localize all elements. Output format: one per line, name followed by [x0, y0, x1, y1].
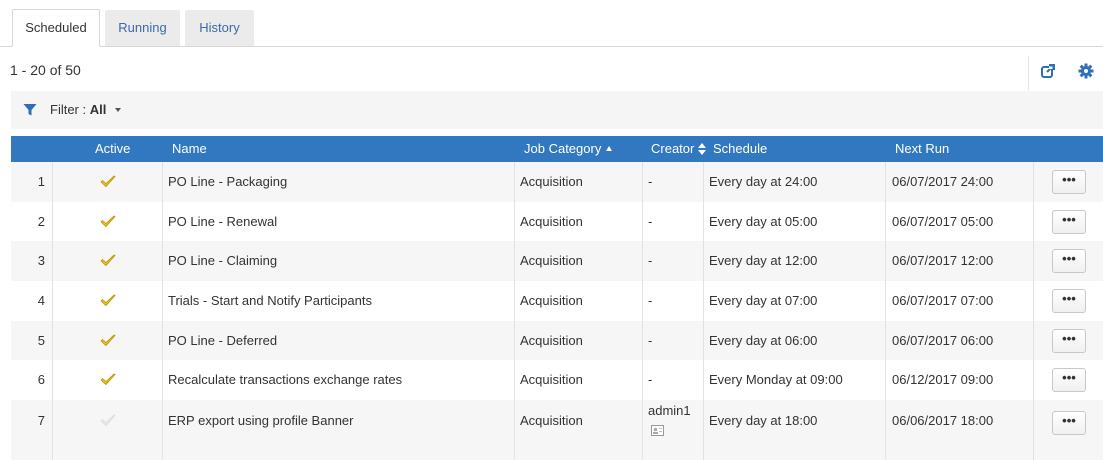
job-schedule: Every day at 06:00: [709, 333, 818, 348]
check-icon: [100, 334, 116, 348]
column-header-creator[interactable]: Creator: [651, 136, 707, 162]
job-name: Recalculate transactions exchange rates: [168, 372, 403, 387]
job-name: PO Line - Renewal: [168, 214, 278, 229]
row-actions-button[interactable]: •••: [1052, 289, 1086, 313]
job-category: Acquisition: [520, 333, 583, 348]
job-next-run: 06/07/2017 06:00: [892, 333, 994, 348]
job-schedule: Every day at 24:00: [709, 174, 818, 189]
row-actions-button[interactable]: •••: [1052, 249, 1086, 273]
check-icon: [100, 254, 116, 268]
tab-bar: Scheduled Running History: [0, 0, 1103, 47]
job-next-run: 06/06/2017 18:00: [892, 413, 994, 428]
tab-scheduled[interactable]: Scheduled: [12, 9, 100, 47]
row-actions-button[interactable]: •••: [1052, 170, 1086, 194]
filter-label: Filter :: [50, 102, 90, 117]
job-name: PO Line - Claiming: [168, 253, 278, 268]
row-number: 7: [37, 413, 45, 428]
job-category: Acquisition: [520, 413, 583, 428]
job-schedule: Every day at 07:00: [709, 293, 818, 308]
tab-history[interactable]: History: [185, 10, 254, 46]
column-divider: [1033, 162, 1034, 460]
job-next-run: 06/07/2017 24:00: [892, 174, 994, 189]
job-next-run: 06/12/2017 09:00: [892, 372, 994, 387]
row-actions-button[interactable]: •••: [1052, 210, 1086, 234]
job-category: Acquisition: [520, 214, 583, 229]
tab-bar-divider: [0, 46, 1103, 47]
sort-icon: [698, 142, 707, 155]
check-icon: [100, 215, 116, 229]
table-row[interactable]: 1 PO Line - Packaging Acquisition - Every da…: [11, 162, 1103, 202]
job-next-run: 06/07/2017 12:00: [892, 253, 994, 268]
job-name: PO Line - Deferred: [168, 333, 278, 348]
table-row[interactable]: 4 Trials - Start and Notify Participants A…: [11, 281, 1103, 321]
job-category: Acquisition: [520, 372, 583, 387]
tab-running[interactable]: Running: [105, 10, 180, 46]
filter-bar: Filter : All: [11, 91, 1103, 129]
job-name: PO Line - Packaging: [168, 174, 288, 189]
job-category: Acquisition: [520, 174, 583, 189]
job-creator: -: [648, 372, 653, 387]
job-schedule: Every day at 12:00: [709, 253, 818, 268]
job-next-run: 06/07/2017 05:00: [892, 214, 994, 229]
check-icon: [100, 175, 116, 189]
job-creator: -: [648, 333, 653, 348]
table-row[interactable]: 2 PO Line - Renewal Acquisition - Every day …: [11, 202, 1103, 241]
job-creator: -: [648, 293, 653, 308]
filter-icon[interactable]: [23, 103, 37, 117]
column-header-creator-label: Creator: [651, 141, 695, 156]
table-header: Active Name Job Category Creator Schedul…: [11, 136, 1103, 162]
column-divider: [885, 162, 886, 460]
row-number: 6: [37, 372, 45, 387]
job-creator: -: [648, 174, 653, 189]
column-header-category[interactable]: Job Category: [524, 136, 613, 162]
table-row[interactable]: 7 ERP export using profile Banner Acquisit…: [11, 400, 1103, 446]
column-header-next-run[interactable]: Next Run: [895, 136, 949, 162]
column-divider: [52, 162, 53, 460]
job-creator: admin1: [648, 403, 691, 418]
row-number: 3: [37, 253, 45, 268]
job-next-run: 06/07/2017 07:00: [892, 293, 994, 308]
job-name: ERP export using profile Banner: [168, 413, 354, 428]
column-header-schedule[interactable]: Schedule: [713, 136, 767, 162]
job-schedule: Every Monday at 09:00: [709, 372, 843, 387]
check-inactive-icon: [100, 414, 116, 428]
row-actions-button[interactable]: •••: [1052, 368, 1086, 392]
user-card-icon[interactable]: [651, 424, 664, 436]
check-icon: [100, 294, 116, 308]
filter-value: All: [89, 102, 107, 117]
row-number: 4: [37, 293, 45, 308]
gear-icon[interactable]: [1078, 63, 1094, 79]
row-number: 1: [37, 174, 45, 189]
export-icon[interactable]: [1040, 63, 1056, 79]
row-actions-button[interactable]: •••: [1052, 329, 1086, 353]
sort-ascending-icon: [606, 146, 613, 152]
column-divider: [642, 162, 643, 460]
results-count: 1 - 20 of 50: [10, 62, 81, 78]
job-creator: -: [648, 253, 653, 268]
row-number: 5: [37, 333, 45, 348]
row-number: 2: [37, 214, 45, 229]
column-divider: [162, 162, 163, 460]
table-row[interactable]: 5 PO Line - Deferred Acquisition - Every day…: [11, 321, 1103, 360]
job-creator: -: [648, 214, 653, 229]
table-row[interactable]: 3 PO Line - Claiming Acquisition - Every day…: [11, 241, 1103, 281]
column-header-name[interactable]: Name: [172, 136, 207, 162]
job-schedule: Every day at 18:00: [709, 413, 818, 428]
column-divider: [514, 162, 515, 460]
chevron-down-icon[interactable]: [115, 108, 121, 112]
column-header-category-label: Job Category: [524, 141, 602, 156]
job-schedule: Every day at 05:00: [709, 214, 818, 229]
toolbar-divider: [1028, 56, 1029, 90]
column-header-active: Active: [95, 141, 131, 156]
filter-dropdown[interactable]: Filter : All: [50, 102, 106, 117]
job-category: Acquisition: [520, 253, 583, 268]
table-body: 1 PO Line - Packaging Acquisition - Every da…: [11, 162, 1103, 460]
job-category: Acquisition: [520, 293, 583, 308]
column-divider: [703, 162, 704, 460]
row-actions-button[interactable]: •••: [1052, 411, 1086, 435]
job-name: Trials - Start and Notify Participants: [168, 293, 372, 308]
table-row-partial: [11, 446, 1103, 460]
table-row[interactable]: 6 Recalculate transactions exchange rates…: [11, 360, 1103, 400]
check-icon: [100, 373, 116, 387]
